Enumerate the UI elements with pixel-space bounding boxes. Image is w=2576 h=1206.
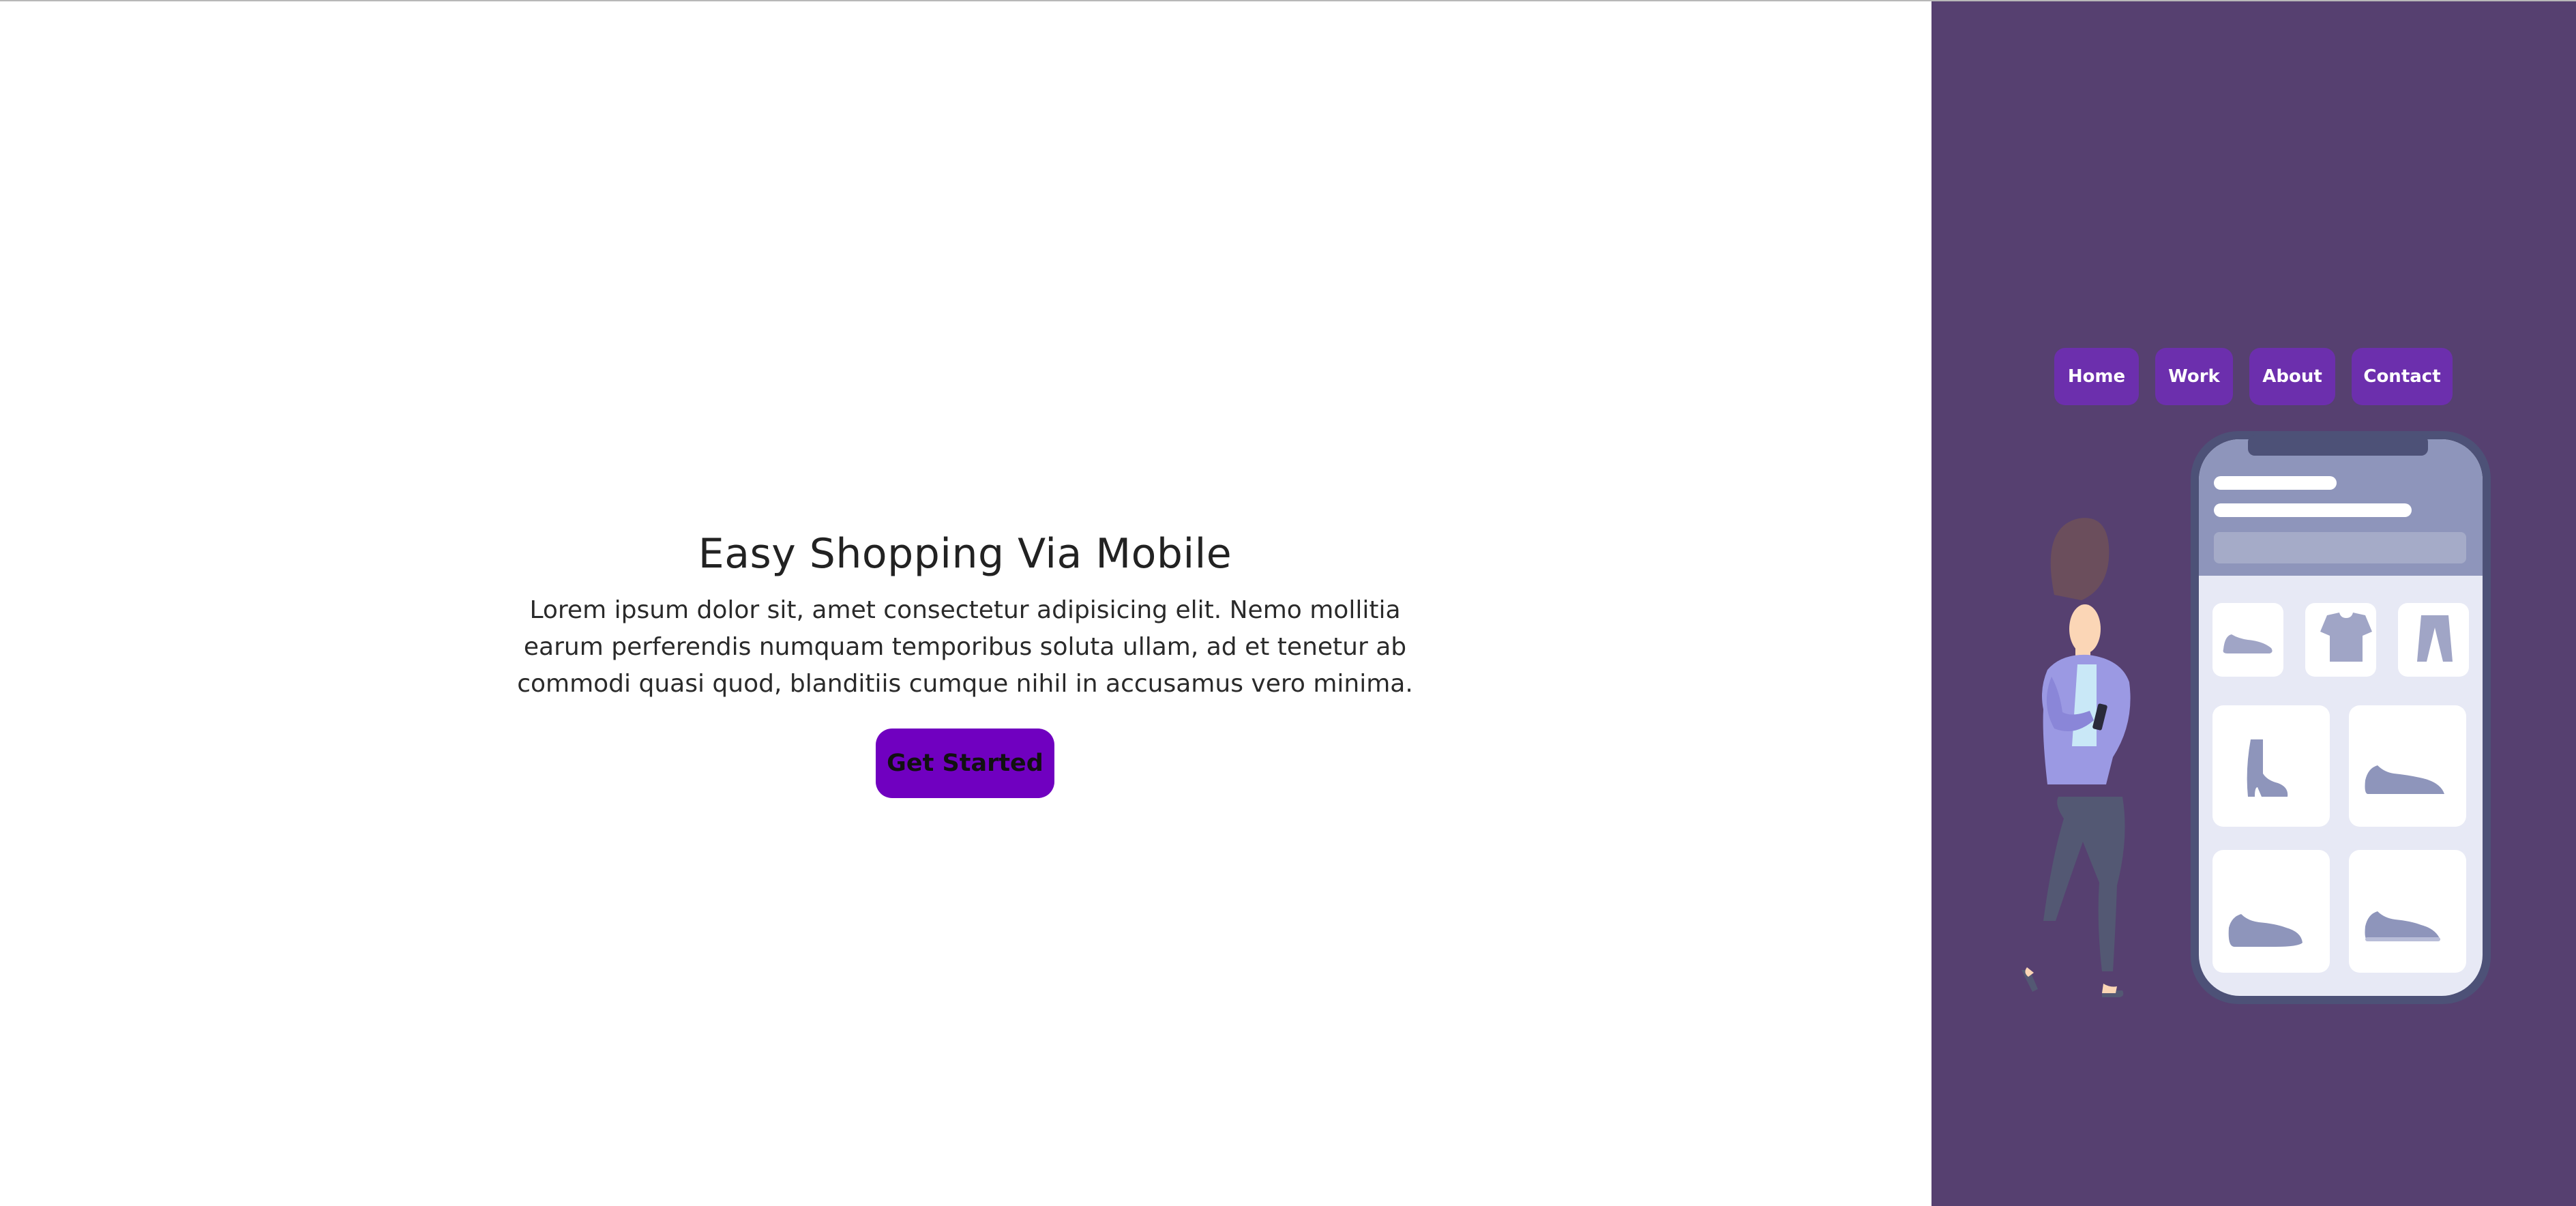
hero-description-line-3: commodi quasi quod, blanditiis cumque ni… [517,670,1413,698]
side-panel: Home Work About Contact [1931,1,2576,1206]
woman-holding-phone-icon [2022,518,2131,997]
hero-title: Easy Shopping Via Mobile [698,530,1232,578]
nav-about[interactable]: About [2249,348,2335,405]
get-started-button[interactable]: Get Started [876,729,1054,798]
hero-description: Lorem ipsum dolor sit, amet consectetur … [508,592,1422,703]
hero-description-line-1: Lorem ipsum dolor sit, amet consectetur … [529,596,1401,624]
nav-work[interactable]: Work [2155,348,2233,405]
shopping-illustration [2022,431,2491,1004]
hero-section: Easy Shopping Via Mobile Lorem ipsum dol… [0,1,1931,1206]
main-nav: Home Work About Contact [2054,348,2453,405]
nav-contact[interactable]: Contact [2352,348,2453,405]
shopping-app-phone-icon [2191,431,2491,1004]
hero-description-line-2: earum perferendis numquam temporibus sol… [523,633,1407,661]
nav-home[interactable]: Home [2054,348,2139,405]
page: Easy Shopping Via Mobile Lorem ipsum dol… [0,0,2576,1206]
hero-content: Easy Shopping Via Mobile Lorem ipsum dol… [498,525,1432,798]
